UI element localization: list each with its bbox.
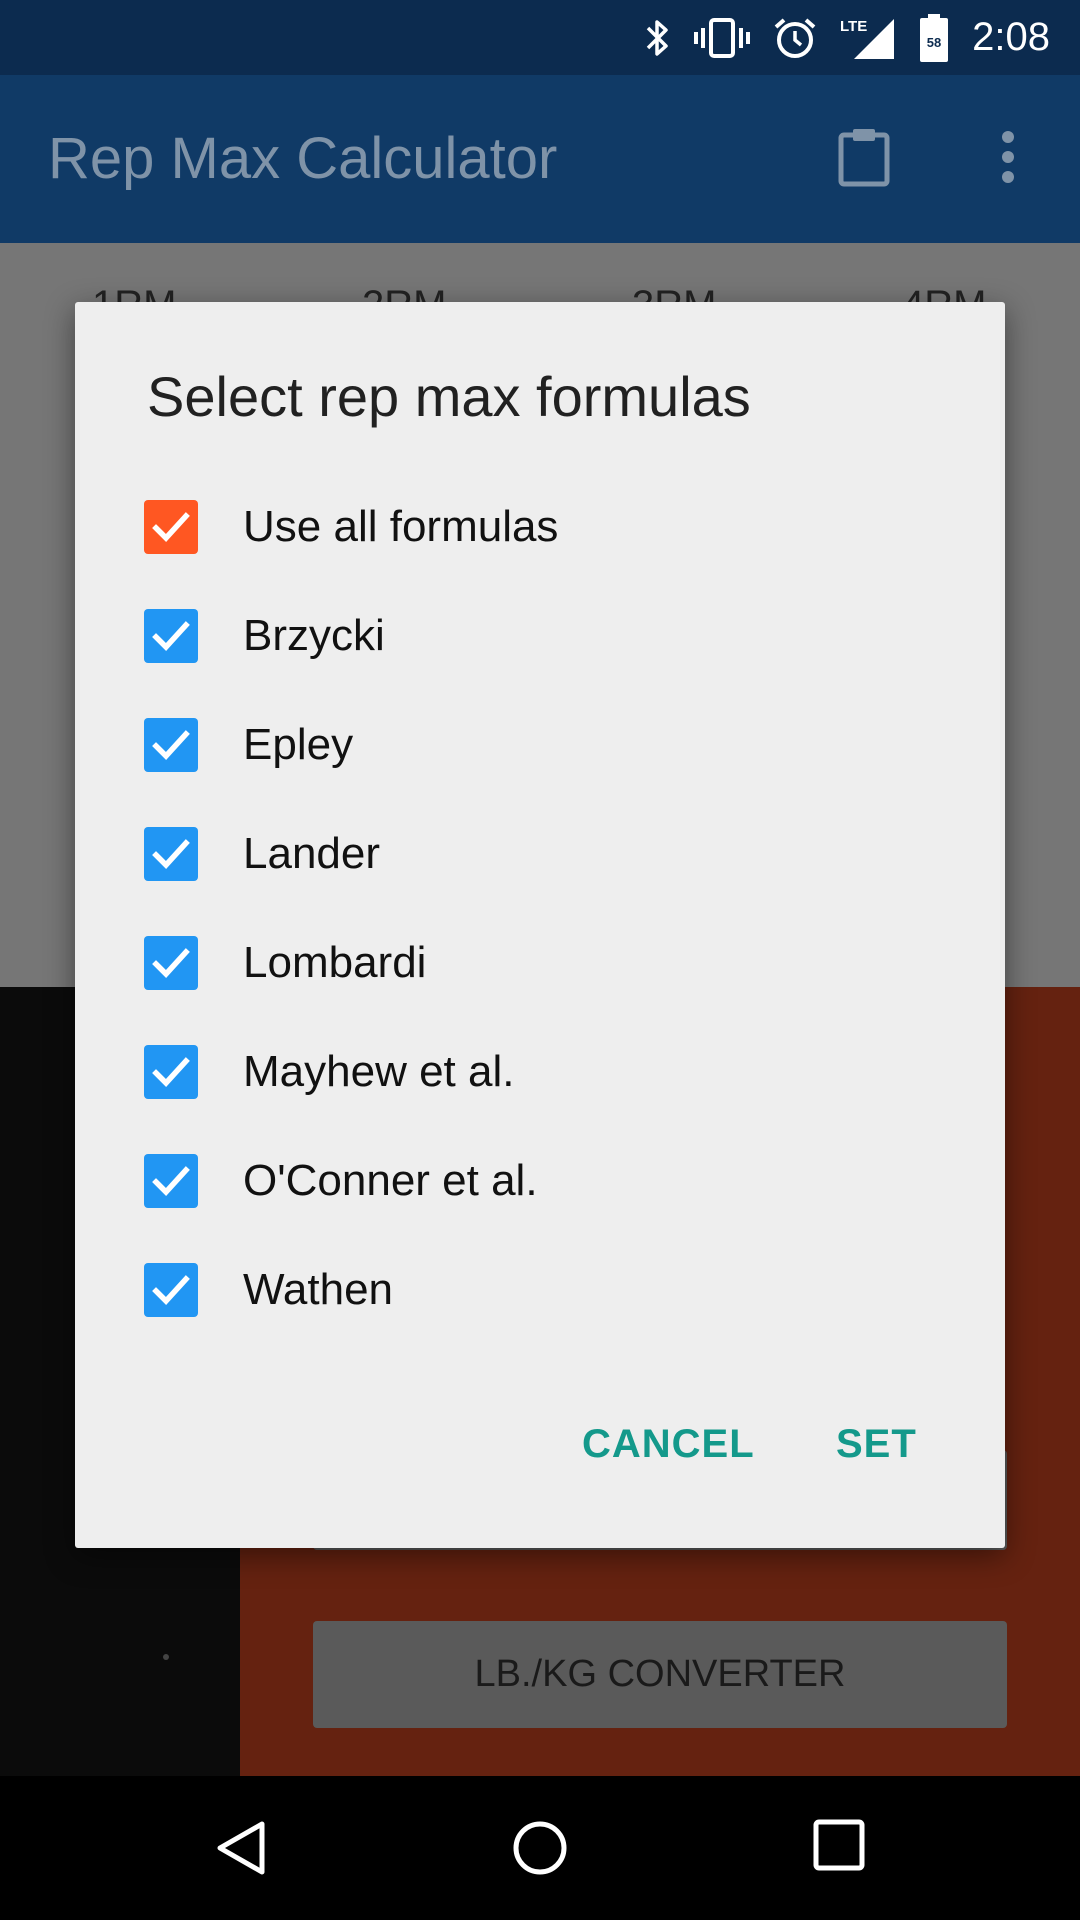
- checkmark-icon: [152, 730, 190, 760]
- formula-option-row[interactable]: Wathen: [75, 1235, 1005, 1344]
- battery-level-text: 58: [927, 35, 941, 50]
- clipboard-icon[interactable]: [838, 127, 890, 192]
- formula-checkbox[interactable]: [144, 1263, 198, 1317]
- dialog-title: Select rep max formulas: [147, 365, 751, 428]
- overflow-menu-icon[interactable]: [990, 127, 1026, 192]
- formula-option-row[interactable]: Lombardi: [75, 908, 1005, 1017]
- formula-checkbox[interactable]: [144, 1045, 198, 1099]
- formula-option-label: Lander: [243, 829, 381, 878]
- network-type-label: LTE: [840, 18, 867, 35]
- app-bar: Rep Max Calculator: [0, 75, 1080, 243]
- formula-option-row[interactable]: Epley: [75, 690, 1005, 799]
- formula-option-row[interactable]: Use all formulas: [75, 472, 1005, 581]
- checkmark-icon: [152, 948, 190, 978]
- formula-option-label: Mayhew et al.: [243, 1047, 515, 1096]
- status-time: 2:08: [972, 15, 1050, 59]
- alarm-icon: [772, 15, 818, 61]
- checkmark-icon: [152, 621, 190, 651]
- formula-checkbox[interactable]: [144, 1154, 198, 1208]
- battery-icon: 58: [918, 13, 950, 63]
- checkmark-icon: [152, 1166, 190, 1196]
- bluetooth-icon: [642, 16, 672, 60]
- checkmark-icon: [152, 1275, 190, 1305]
- formula-checkbox[interactable]: [144, 718, 198, 772]
- formula-option-label: Epley: [243, 720, 354, 769]
- formula-option-label: Lombardi: [243, 938, 427, 987]
- indicator-dot: [163, 1654, 169, 1660]
- checkmark-icon: [152, 839, 190, 869]
- vibrate-icon: [694, 16, 751, 60]
- status-icons: LTE 58 2:08: [642, 0, 1050, 75]
- cancel-button[interactable]: CANCEL: [582, 1414, 755, 1474]
- formula-checkbox[interactable]: [144, 936, 198, 990]
- formula-option-row[interactable]: Mayhew et al.: [75, 1017, 1005, 1126]
- back-icon[interactable]: [210, 1818, 270, 1878]
- app-title: Rep Max Calculator: [48, 126, 558, 191]
- set-button[interactable]: SET: [836, 1414, 917, 1474]
- formula-checkbox[interactable]: [144, 500, 198, 554]
- home-icon[interactable]: [510, 1818, 570, 1878]
- signal-icon: LTE: [840, 15, 896, 61]
- formula-checkbox[interactable]: [144, 609, 198, 663]
- dialog-actions: CANCEL SET: [75, 1414, 1005, 1474]
- status-bar: LTE 58 2:08: [0, 0, 1080, 75]
- lb-kg-converter-button[interactable]: LB./KG CONVERTER: [313, 1621, 1007, 1728]
- checkmark-icon: [152, 1057, 190, 1087]
- formula-option-label: Brzycki: [243, 611, 385, 660]
- recents-icon[interactable]: [812, 1818, 868, 1874]
- select-formulas-dialog: Select rep max formulas Use all formulas…: [75, 302, 1005, 1548]
- formula-option-label: Use all formulas: [243, 502, 559, 551]
- formula-option-row[interactable]: Brzycki: [75, 581, 1005, 690]
- formula-option-label: Wathen: [243, 1265, 394, 1314]
- formula-option-row[interactable]: O'Conner et al.: [75, 1126, 1005, 1235]
- checkmark-icon: [152, 512, 190, 542]
- formula-checkbox[interactable]: [144, 827, 198, 881]
- formula-option-label: O'Conner et al.: [243, 1156, 538, 1205]
- formula-option-row[interactable]: Lander: [75, 799, 1005, 908]
- navigation-bar: [0, 1776, 1080, 1920]
